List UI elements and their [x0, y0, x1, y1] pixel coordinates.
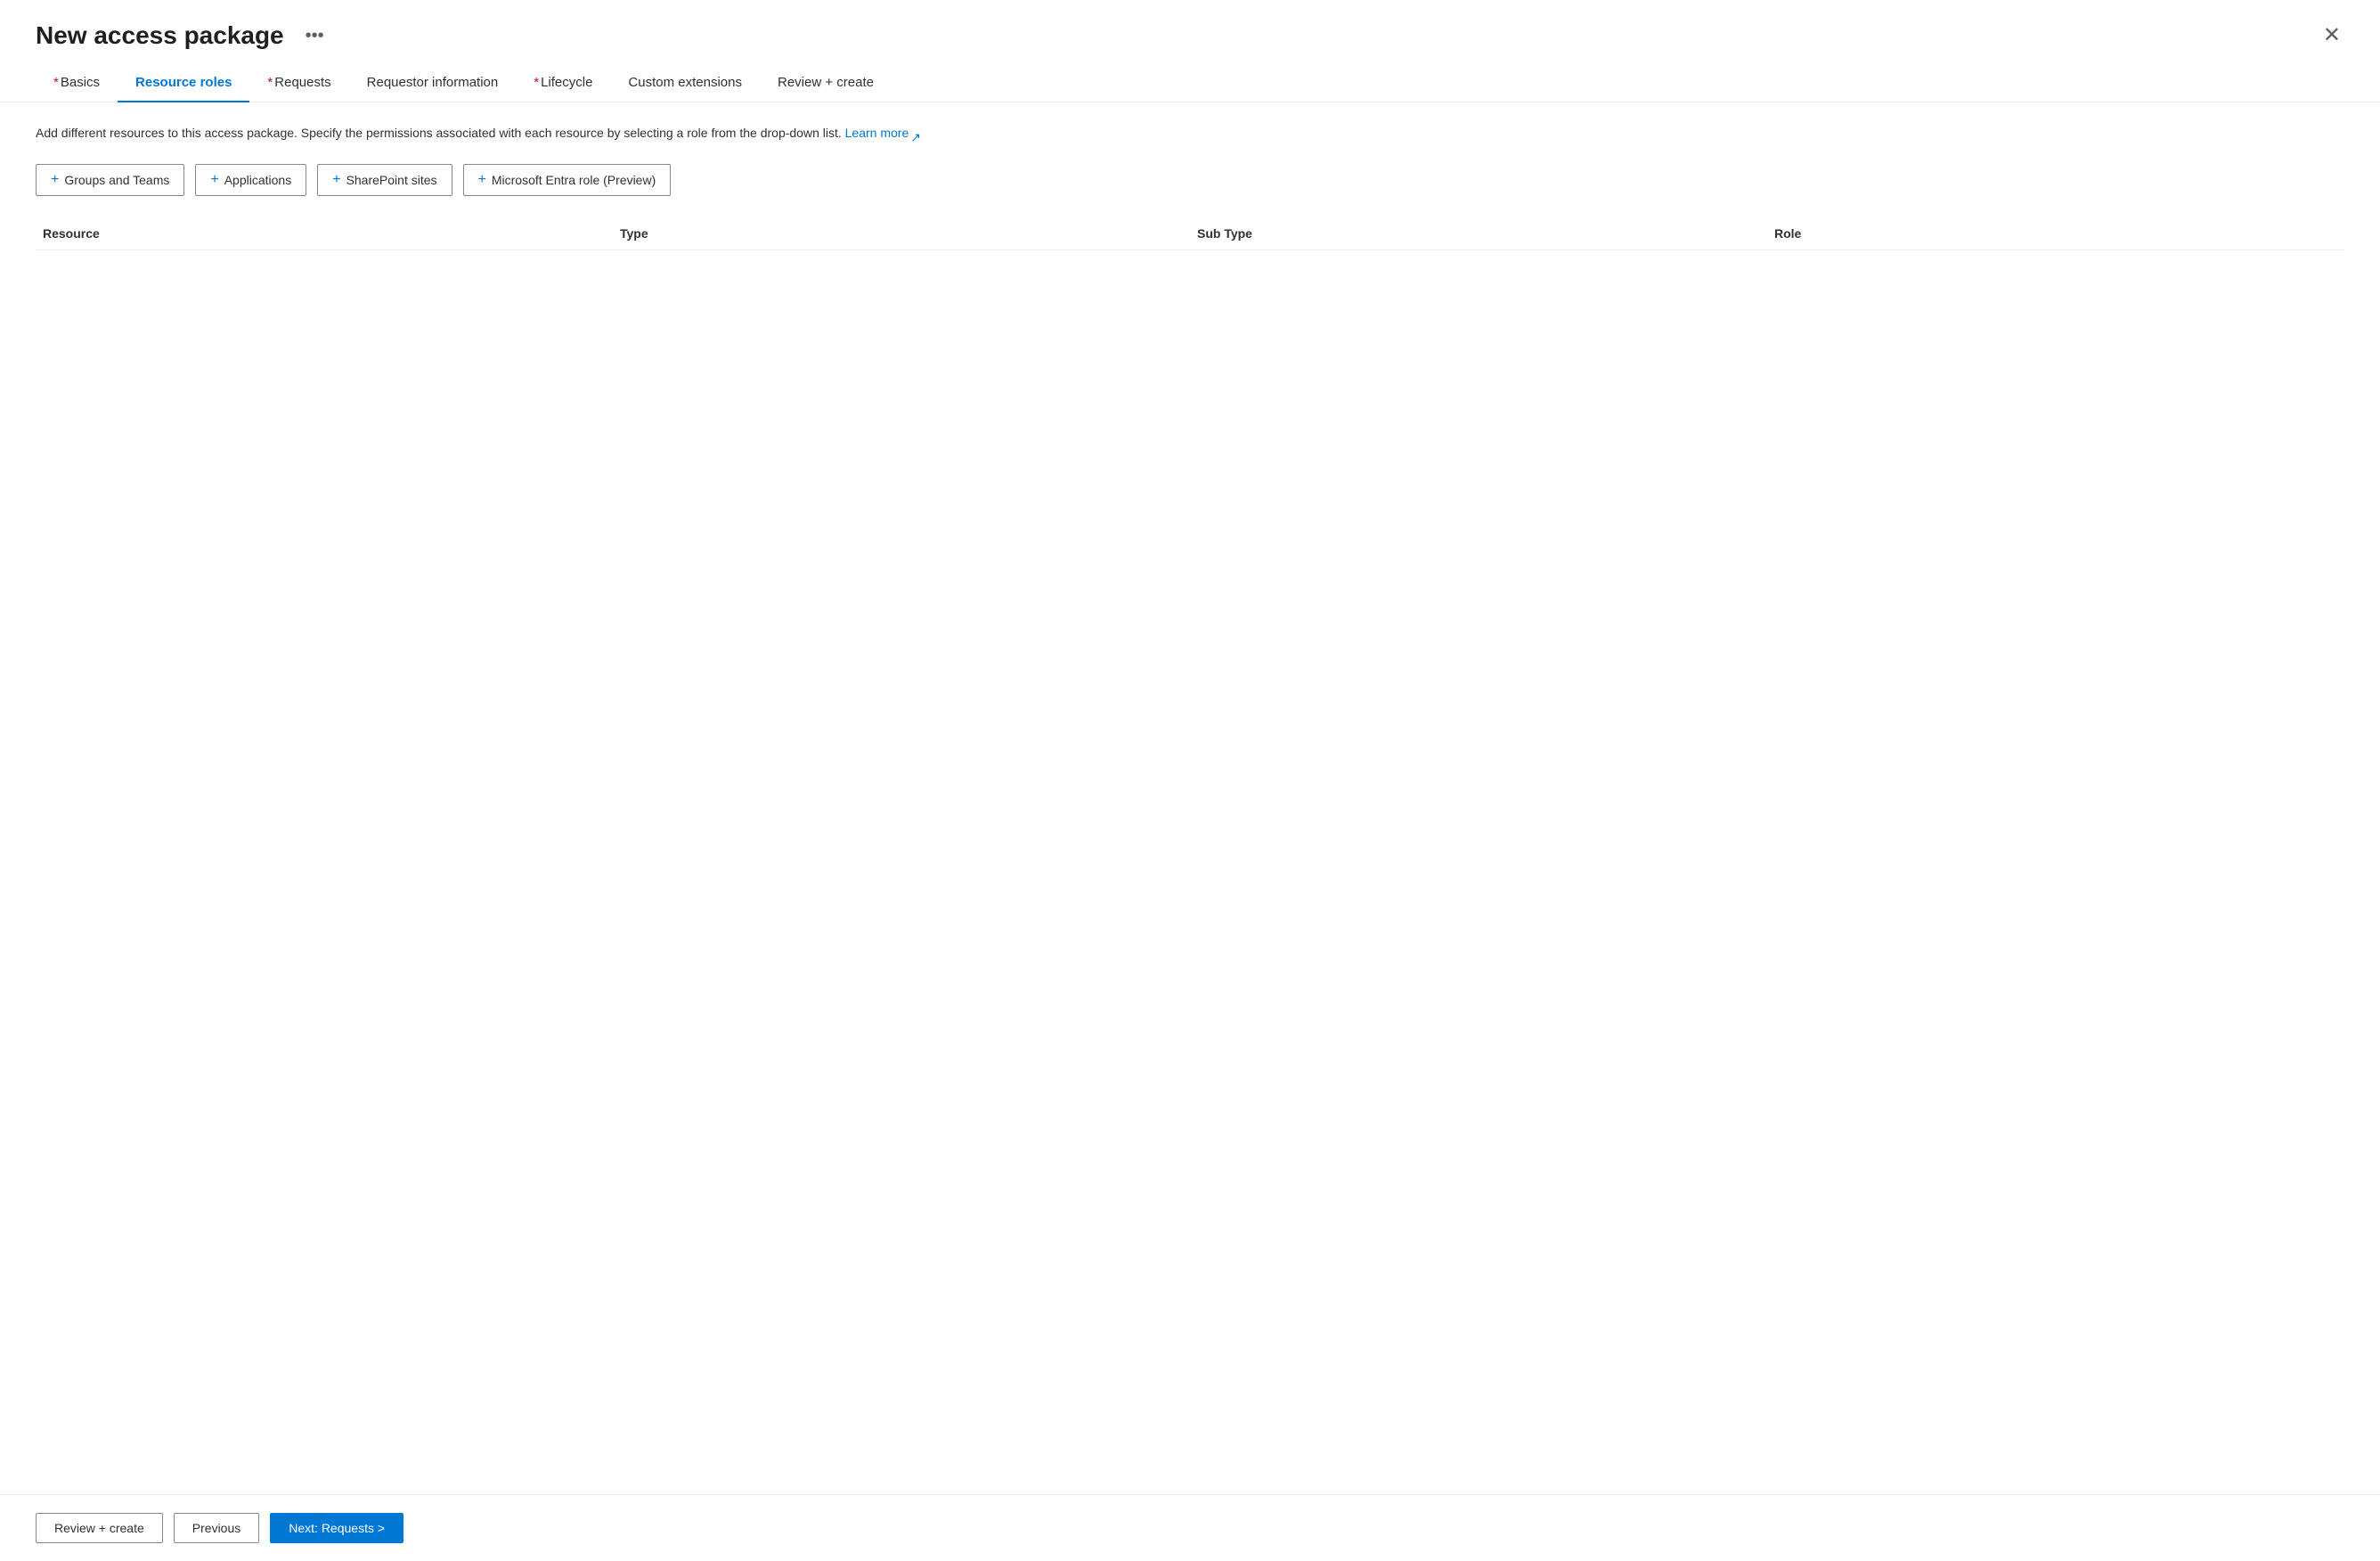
applications-button[interactable]: + Applications: [195, 164, 306, 196]
page-title: New access package: [36, 21, 284, 50]
tab-review-create[interactable]: Review + create: [760, 64, 892, 102]
table-body: [36, 250, 2344, 607]
more-options-button[interactable]: •••: [298, 22, 331, 50]
tab-lifecycle[interactable]: *Lifecycle: [516, 64, 610, 102]
tab-requests[interactable]: *Requests: [249, 64, 348, 102]
tab-resource-roles[interactable]: Resource roles: [118, 64, 249, 102]
previous-button[interactable]: Previous: [174, 1513, 259, 1543]
tab-basics[interactable]: *Basics: [36, 64, 118, 102]
external-link-icon: ↗: [910, 128, 921, 139]
header: New access package ••• ✕: [0, 0, 2380, 64]
next-requests-button[interactable]: Next: Requests >: [270, 1513, 403, 1543]
plus-icon-groups: +: [51, 172, 59, 188]
description-text: Add different resources to this access p…: [36, 124, 2344, 143]
close-button[interactable]: ✕: [2319, 21, 2344, 50]
learn-more-link[interactable]: Learn more↗: [845, 126, 922, 140]
column-type: Type: [613, 226, 1190, 241]
required-star-lifecycle: *: [534, 75, 539, 90]
groups-teams-label: Groups and Teams: [64, 173, 169, 187]
groups-teams-button[interactable]: + Groups and Teams: [36, 164, 184, 196]
column-resource: Resource: [36, 226, 613, 241]
sharepoint-sites-button[interactable]: + SharePoint sites: [317, 164, 452, 196]
required-star: *: [53, 75, 59, 90]
tab-custom-extensions[interactable]: Custom extensions: [610, 64, 760, 102]
microsoft-entra-role-label: Microsoft Entra role (Preview): [492, 173, 656, 187]
review-create-footer-button[interactable]: Review + create: [36, 1513, 163, 1543]
applications-label: Applications: [224, 173, 292, 187]
tabs-navigation: *Basics Resource roles *Requests Request…: [0, 64, 2380, 102]
page-container: New access package ••• ✕ *Basics Resourc…: [0, 0, 2380, 1561]
tab-requestor-information[interactable]: Requestor information: [349, 64, 517, 102]
close-icon: ✕: [2323, 23, 2341, 47]
microsoft-entra-role-button[interactable]: + Microsoft Entra role (Preview): [463, 164, 672, 196]
table-header: Resource Type Sub Type Role: [36, 217, 2344, 250]
plus-icon-sharepoint: +: [332, 172, 340, 188]
resource-roles-table: Resource Type Sub Type Role: [36, 217, 2344, 607]
header-left: New access package •••: [36, 21, 331, 50]
plus-icon-applications: +: [210, 172, 218, 188]
plus-icon-entra: +: [478, 172, 486, 188]
content-area: Add different resources to this access p…: [0, 102, 2380, 1494]
footer-bar: Review + create Previous Next: Requests …: [0, 1494, 2380, 1561]
column-role: Role: [1767, 226, 2344, 241]
action-buttons-group: + Groups and Teams + Applications + Shar…: [36, 164, 2344, 196]
column-sub-type: Sub Type: [1190, 226, 1767, 241]
more-options-icon: •••: [306, 26, 324, 45]
required-star-requests: *: [267, 75, 273, 90]
sharepoint-sites-label: SharePoint sites: [346, 173, 437, 187]
